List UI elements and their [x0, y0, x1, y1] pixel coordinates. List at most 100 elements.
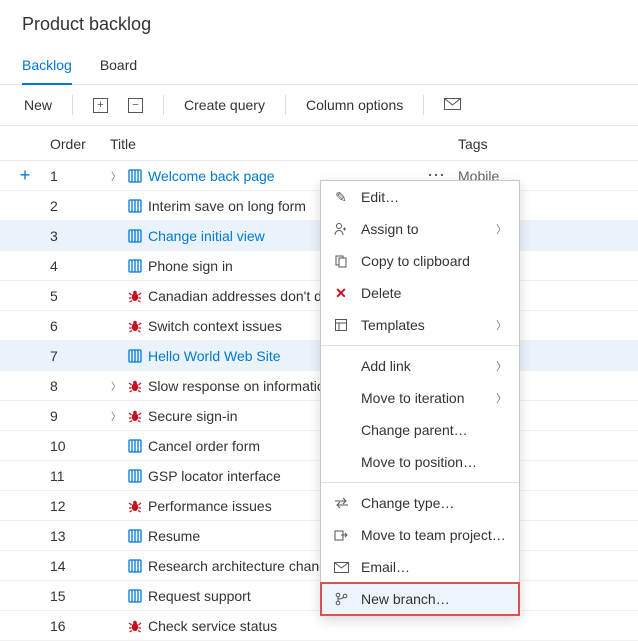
menu-change-type[interactable]: Change type… [321, 487, 519, 519]
table-row[interactable]: 4 Phone sign in [0, 251, 638, 281]
order-cell: 4 [50, 258, 110, 274]
menu-label: Move to team project… [361, 527, 507, 543]
tab-backlog[interactable]: Backlog [22, 51, 72, 85]
work-item-title[interactable]: Cancel order form [148, 438, 260, 454]
chevron-right-icon: 〉 [496, 317, 507, 333]
expand-icon[interactable]: 〉 [110, 168, 122, 183]
templates-icon [333, 318, 349, 332]
bug-icon [128, 499, 142, 513]
pbi-icon [128, 559, 142, 573]
menu-label: Change type… [361, 495, 507, 511]
work-item-title[interactable]: Interim save on long form [148, 198, 306, 214]
order-cell: 1 [50, 168, 110, 184]
work-item-title[interactable]: Switch context issues [148, 318, 282, 334]
separator [72, 95, 73, 115]
page-title: Product backlog [0, 0, 638, 43]
table-row[interactable]: 14 Research architecture changes [0, 551, 638, 581]
expand-all-button[interactable]: + [87, 94, 114, 117]
menu-new-branch[interactable]: New branch… [321, 583, 519, 615]
table-row[interactable]: 10 Cancel order form [0, 431, 638, 461]
expand-icon[interactable]: 〉 [110, 408, 122, 423]
pencil-icon: ✎ [333, 189, 349, 206]
work-item-title[interactable]: Welcome back page [148, 168, 275, 184]
order-cell: 14 [50, 558, 110, 574]
delete-icon: ✕ [333, 285, 349, 302]
column-options-button[interactable]: Column options [300, 93, 409, 117]
pbi-icon [128, 229, 142, 243]
table-row[interactable]: 8〉 Slow response on information [0, 371, 638, 401]
order-cell: 3 [50, 228, 110, 244]
menu-add-link[interactable]: Add link 〉 [321, 350, 519, 382]
work-item-title[interactable]: Canadian addresses don't disp [148, 288, 340, 304]
order-cell: 13 [50, 528, 110, 544]
table-row[interactable]: 9〉 Secure sign-in [0, 401, 638, 431]
new-button[interactable]: New [18, 93, 58, 117]
order-cell: 2 [50, 198, 110, 214]
email-button[interactable] [438, 93, 467, 117]
work-item-title[interactable]: Check service status [148, 618, 277, 634]
table-row[interactable]: 11GSP locator interface [0, 461, 638, 491]
menu-label: Change parent… [361, 422, 507, 438]
menu-move-to-position[interactable]: Move to position… [321, 446, 519, 478]
table-row[interactable]: 13 Resume [0, 521, 638, 551]
table-row[interactable]: 16 Check service status [0, 611, 638, 641]
table-row[interactable]: 15Request support [0, 581, 638, 611]
collapse-all-button[interactable]: − [122, 94, 149, 117]
move-project-icon [333, 528, 349, 542]
column-order[interactable]: Order [50, 136, 110, 152]
work-item-title[interactable]: Hello World Web Site [148, 348, 281, 364]
separator [285, 95, 286, 115]
menu-edit[interactable]: ✎ Edit… [321, 181, 519, 213]
chevron-right-icon: 〉 [496, 358, 507, 374]
table-row[interactable]: 7Hello World Web Site [0, 341, 638, 371]
expand-icon[interactable]: 〉 [110, 378, 122, 393]
order-cell: 10 [50, 438, 110, 454]
separator [423, 95, 424, 115]
menu-label: Move to position… [361, 454, 507, 470]
work-item-title[interactable]: Phone sign in [148, 258, 233, 274]
menu-templates[interactable]: Templates 〉 [321, 309, 519, 341]
menu-change-parent[interactable]: Change parent… [321, 414, 519, 446]
menu-move-to-iteration[interactable]: Move to iteration 〉 [321, 382, 519, 414]
table-row[interactable]: 5Canadian addresses don't disp [0, 281, 638, 311]
column-tags[interactable]: Tags [458, 136, 638, 152]
separator [163, 95, 164, 115]
table-row[interactable]: +1〉Welcome back page⋯Mobile [0, 161, 638, 191]
add-child-icon[interactable]: + [20, 165, 31, 186]
bug-icon [128, 619, 142, 633]
table-row[interactable]: 6Switch context issues [0, 311, 638, 341]
order-cell: 8 [50, 378, 110, 394]
change-type-icon [333, 497, 349, 509]
menu-delete[interactable]: ✕ Delete [321, 277, 519, 309]
tab-board[interactable]: Board [100, 51, 137, 84]
bug-icon [128, 409, 142, 423]
menu-label: Copy to clipboard [361, 253, 507, 269]
order-cell: 9 [50, 408, 110, 424]
menu-move-to-team-project[interactable]: Move to team project… [321, 519, 519, 551]
menu-copy[interactable]: Copy to clipboard [321, 245, 519, 277]
menu-separator [321, 345, 519, 346]
menu-assign-to[interactable]: Assign to 〉 [321, 213, 519, 245]
work-item-title[interactable]: Resume [148, 528, 200, 544]
person-icon [333, 222, 349, 236]
work-item-title[interactable]: GSP locator interface [148, 468, 281, 484]
table-row[interactable]: 12Performance issues [0, 491, 638, 521]
work-item-title[interactable]: Slow response on information [148, 378, 332, 394]
column-title[interactable]: Title [110, 136, 458, 152]
menu-email[interactable]: Email… [321, 551, 519, 583]
pbi-icon [128, 589, 142, 603]
order-cell: 16 [50, 618, 110, 634]
work-item-title[interactable]: Request support [148, 588, 251, 604]
work-item-title[interactable]: Change initial view [148, 228, 265, 244]
title-cell[interactable]: Check service status [110, 618, 458, 634]
context-menu: ✎ Edit… Assign to 〉 Copy to clipboard ✕ … [320, 180, 520, 616]
work-item-title[interactable]: Research architecture changes [148, 558, 342, 574]
menu-label: Templates [361, 317, 484, 333]
work-item-title[interactable]: Secure sign-in [148, 408, 238, 424]
table-row[interactable]: 3 Change initial view [0, 221, 638, 251]
menu-label: Move to iteration [361, 390, 484, 406]
create-query-button[interactable]: Create query [178, 93, 271, 117]
pbi-icon [128, 259, 142, 273]
work-item-title[interactable]: Performance issues [148, 498, 272, 514]
table-row[interactable]: 2 Interim save on long form [0, 191, 638, 221]
